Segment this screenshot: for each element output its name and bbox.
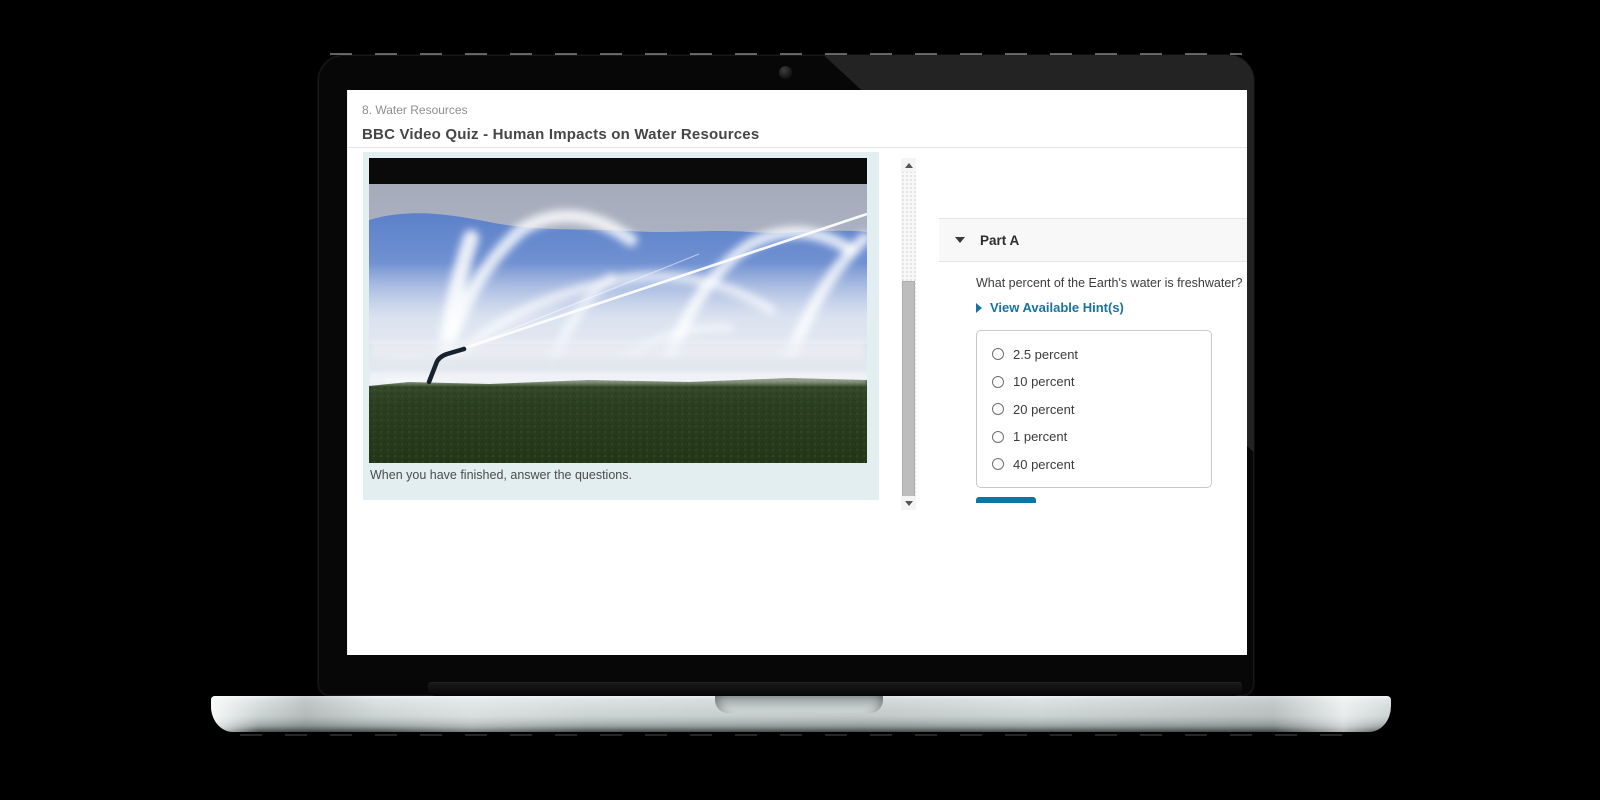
question-text: What percent of the Earth's water is fre… [976,276,1242,290]
scroll-up-button[interactable] [901,158,916,172]
submit-button-partial[interactable] [976,497,1036,503]
option-label: 1 percent [1013,429,1067,444]
triangle-down-icon [905,501,913,506]
hint-link-label: View Available Hint(s) [990,300,1124,315]
edge-highlight-top [330,53,1242,55]
answer-option[interactable]: 1 percent [992,427,1211,447]
scroll-down-button[interactable] [901,496,916,510]
hint-link[interactable]: View Available Hint(s) [976,300,1124,315]
option-label: 40 percent [1013,457,1074,472]
radio-button[interactable] [992,431,1004,443]
answer-option[interactable]: 10 percent [992,372,1211,392]
caret-right-icon [976,303,982,313]
answer-options-group: 2.5 percent 10 percent 20 percent 1 perc… [976,330,1212,488]
radio-button[interactable] [992,348,1004,360]
laptop-hinge [428,682,1242,696]
content-scrollbar[interactable] [901,158,916,510]
video-item-panel: When you have finished, answer the quest… [363,152,879,500]
triangle-up-icon [905,163,913,168]
option-label: 2.5 percent [1013,347,1078,362]
laptop-base [211,696,1391,732]
video-still-image [369,158,867,463]
laptop-screen: 8. Water Resources BBC Video Quiz - Huma… [347,90,1247,655]
part-a-header[interactable]: Part A [939,218,1247,262]
answer-option[interactable]: 20 percent [992,399,1211,419]
part-label: Part A [980,233,1019,248]
breadcrumb: 8. Water Resources [362,103,468,117]
mockup-stage: 8. Water Resources BBC Video Quiz - Huma… [0,0,1600,800]
page-title: BBC Video Quiz - Human Impacts on Water … [362,126,759,143]
lid-opening-notch [715,696,883,713]
radio-button[interactable] [992,403,1004,415]
option-label: 20 percent [1013,402,1074,417]
answer-option[interactable]: 40 percent [992,454,1211,474]
option-label: 10 percent [1013,374,1074,389]
webcam-icon [779,66,792,79]
collapse-caret-icon [955,237,965,243]
laptop-lid: 8. Water Resources BBC Video Quiz - Huma… [318,55,1254,696]
item-caption: When you have finished, answer the quest… [370,468,632,482]
radio-button[interactable] [992,458,1004,470]
answer-option[interactable]: 2.5 percent [992,344,1211,364]
scrollbar-thumb[interactable] [902,281,915,497]
radio-button[interactable] [992,376,1004,388]
edge-highlight-bottom [240,734,1360,736]
header-divider [348,147,1247,148]
